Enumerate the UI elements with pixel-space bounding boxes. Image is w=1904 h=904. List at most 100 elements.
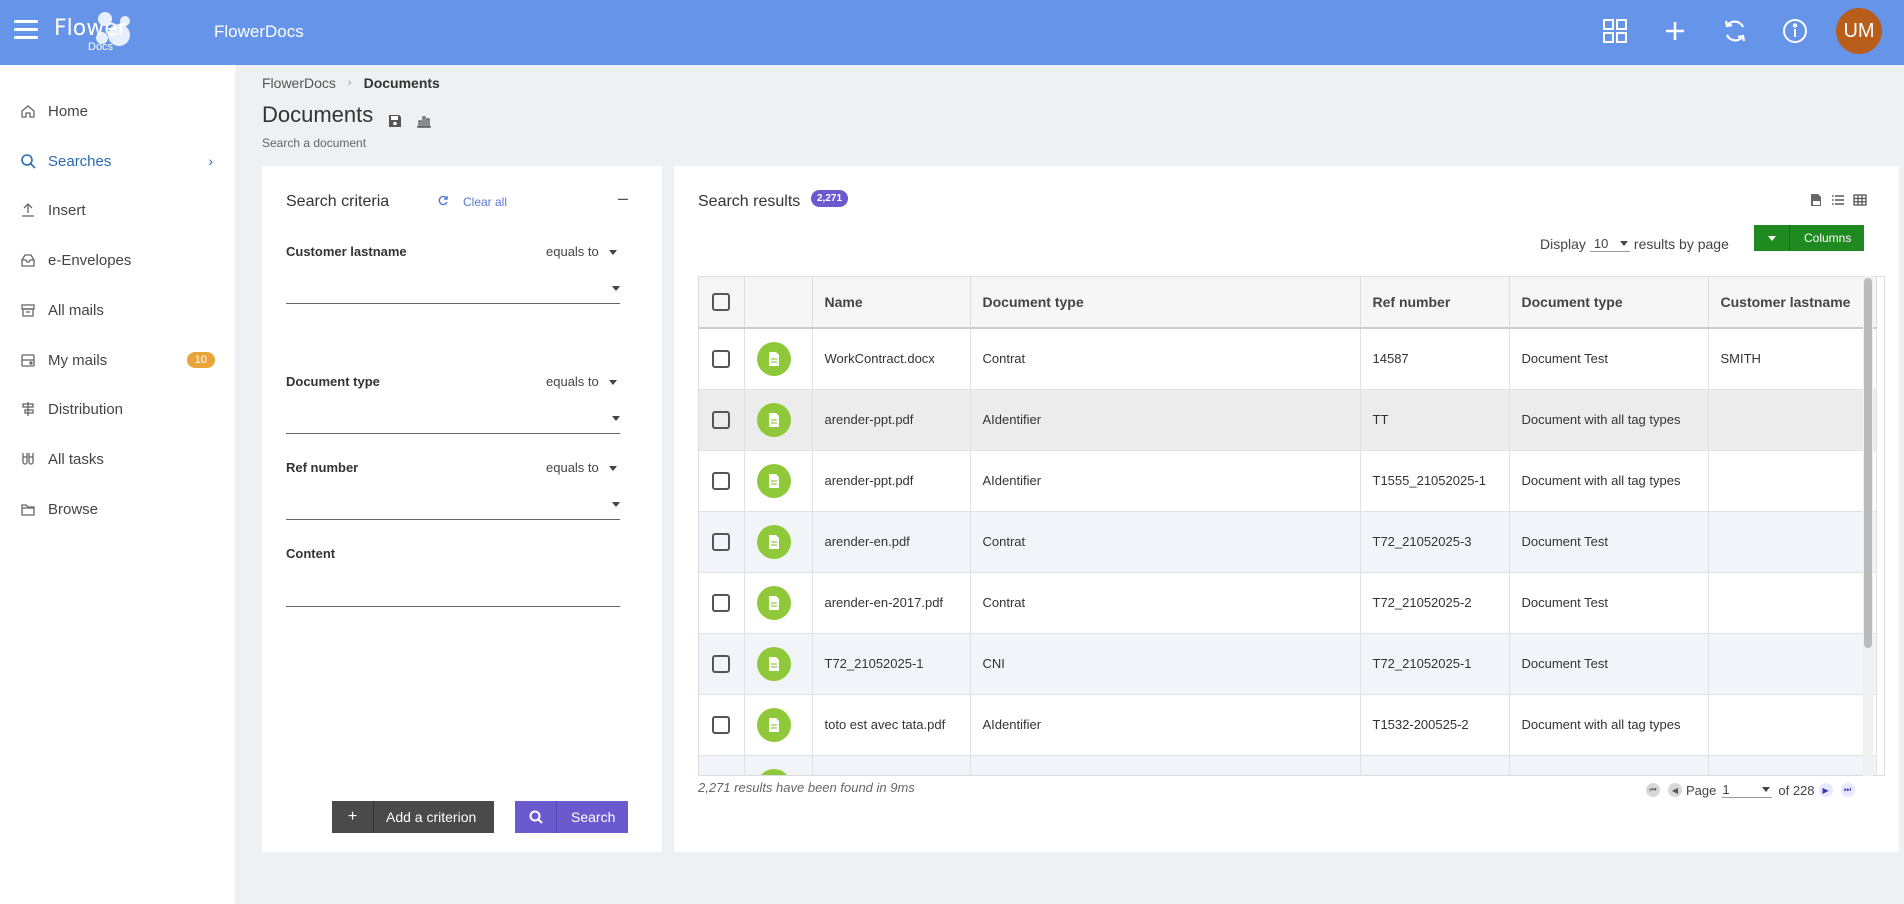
save-icon[interactable] — [388, 114, 402, 133]
table-row[interactable]: arender-ppt.pdf AIdentifier TT Document wit… — [699, 389, 1877, 451]
document-type-field[interactable] — [286, 404, 620, 434]
table-row[interactable]: arender-en-2017.pdf Contrat T72_21052025-2… — [699, 572, 1877, 634]
row-checkbox-cell — [699, 694, 745, 756]
document-icon[interactable] — [756, 768, 791, 775]
columns-button[interactable]: Columns — [1754, 225, 1864, 251]
table-row[interactable]: WorkContract.docx Contrat 14587 Document Te… — [699, 328, 1877, 390]
operator-select[interactable]: equals to — [546, 460, 617, 475]
cell-document-type-2: Document with all tag types — [1509, 450, 1709, 512]
sidebar-item-browse[interactable]: Browse — [0, 489, 235, 529]
column-header-document-type[interactable]: Document type — [970, 277, 1361, 329]
chevron-down-icon — [1754, 225, 1790, 251]
document-icon[interactable] — [756, 463, 791, 498]
clear-all-button[interactable]: Clear all — [438, 195, 507, 209]
column-header-customer-lastname[interactable]: Customer lastname — [1708, 277, 1877, 329]
sidebar-item-label: All tasks — [48, 450, 104, 468]
cell-document-type-2: Document Test — [1509, 572, 1709, 634]
cell-name: arender-en-2017.pdf — [812, 572, 971, 634]
collapse-icon[interactable]: – — [618, 188, 628, 209]
sidebar-item-all-mails[interactable]: All mails — [0, 290, 235, 330]
row-checkbox-cell — [699, 511, 745, 573]
info-icon[interactable] — [1780, 16, 1810, 46]
page-select[interactable]: 1 — [1722, 782, 1773, 798]
row-checkbox[interactable] — [712, 349, 730, 368]
pagination: ⏮ ◀ Page 1 of 228 ▶ ⏭ — [1642, 782, 1859, 798]
cell-name: arender-ppt.pdf — [812, 389, 971, 451]
table-row[interactable]: tutu&toto&tata.pdf<img src=1 onerror="ja… — [699, 755, 1877, 775]
results-title: Search results — [698, 193, 801, 210]
operator-select[interactable]: equals to — [546, 374, 617, 389]
table-row[interactable]: arender-ppt.pdf AIdentifier T1555_21052025… — [699, 450, 1877, 512]
export-csv-icon[interactable] — [1809, 193, 1823, 212]
breadcrumb: FlowerDocs › Documents — [262, 75, 440, 91]
table-row[interactable]: toto est avec tata.pdf AIdentifier T1532-2… — [699, 694, 1877, 756]
table-scrollbar[interactable] — [1863, 276, 1873, 776]
ref-number-field[interactable] — [286, 490, 620, 520]
page-title: Documents — [262, 102, 374, 127]
scrollbar-thumb[interactable] — [1864, 278, 1872, 648]
document-icon[interactable] — [756, 707, 791, 742]
first-page-icon[interactable]: ⏮ — [1646, 783, 1660, 797]
table-row[interactable]: T72_21052025-1 CNI T72_21052025-1 Document … — [699, 633, 1877, 695]
page-size-select[interactable]: 10 — [1589, 236, 1630, 252]
sidebar-item-home[interactable]: Home — [0, 91, 235, 131]
last-page-icon[interactable]: ⏭ — [1840, 783, 1855, 797]
user-avatar[interactable]: UM — [1836, 8, 1882, 54]
row-checkbox[interactable] — [712, 471, 730, 490]
document-icon[interactable] — [756, 341, 791, 376]
document-icon[interactable] — [756, 646, 791, 681]
customer-lastname-field[interactable] — [286, 274, 620, 304]
cell-document-type-2: Document with all tag types — [1509, 389, 1709, 451]
archive-icon — [21, 304, 35, 317]
row-checkbox[interactable] — [712, 654, 730, 673]
row-icon-cell — [744, 389, 813, 451]
breadcrumb-root[interactable]: FlowerDocs — [262, 75, 336, 91]
sidebar-item-all-tasks[interactable]: All tasks — [0, 439, 235, 479]
cell-document-type-2: Document Test — [1509, 633, 1709, 695]
sidebar-item-distribution[interactable]: Distribution — [0, 389, 235, 429]
distribution-icon — [22, 402, 34, 416]
logo[interactable]: Flower Docs — [54, 10, 140, 54]
add-criterion-button[interactable]: + Add a criterion — [332, 801, 494, 833]
cell-document-type-2: Document with all tag types — [1509, 694, 1709, 756]
document-icon[interactable] — [756, 402, 791, 437]
content-field[interactable] — [286, 577, 620, 607]
results-count-badge: 2,271 — [811, 190, 849, 207]
row-checkbox[interactable] — [712, 410, 730, 429]
previous-page-icon[interactable]: ◀ — [1668, 783, 1682, 797]
cell-document-type: AIdentifier — [970, 389, 1361, 451]
document-icon[interactable] — [756, 585, 791, 620]
cell-customer-lastname — [1708, 450, 1877, 512]
apps-grid-icon[interactable] — [1600, 16, 1630, 46]
list-view-icon[interactable] — [1831, 193, 1845, 212]
dropdown-arrow-icon — [612, 286, 620, 291]
chart-icon[interactable] — [416, 114, 432, 133]
table-row[interactable]: arender-en.pdf Contrat T72_21052025-3 Docum… — [699, 511, 1877, 573]
row-checkbox[interactable] — [712, 532, 730, 551]
cell-ref-number: 14587 — [1360, 328, 1510, 390]
next-page-icon[interactable]: ▶ — [1818, 783, 1833, 797]
display-prefix: Display — [1540, 236, 1586, 252]
select-all-checkbox[interactable] — [712, 293, 730, 312]
add-icon[interactable] — [1660, 16, 1690, 46]
sidebar-item-label: My mails — [48, 351, 108, 369]
page-total: of 228 — [1778, 782, 1815, 798]
search-button[interactable]: Search — [515, 801, 628, 833]
menu-icon[interactable] — [14, 20, 38, 40]
sidebar-item-e-envelopes[interactable]: e-Envelopes — [0, 240, 235, 280]
sidebar-item-insert[interactable]: Insert — [0, 190, 235, 230]
sidebar-item-searches[interactable]: Searches › — [0, 141, 235, 181]
operator-select[interactable]: equals to — [546, 244, 617, 259]
refresh-icon[interactable] — [1720, 16, 1750, 46]
row-checkbox[interactable] — [712, 715, 730, 734]
column-header-name[interactable]: Name — [812, 277, 971, 329]
column-header-document-type-2[interactable]: Document type — [1509, 277, 1709, 329]
column-header-ref-number[interactable]: Ref number — [1360, 277, 1510, 329]
breadcrumb-separator-icon: › — [347, 77, 352, 89]
cell-name: tutu&toto&tata.pdf — [812, 755, 971, 775]
sidebar-item-my-mails[interactable]: My mails 10 — [0, 340, 235, 380]
row-checkbox[interactable] — [712, 593, 730, 612]
document-icon[interactable] — [756, 524, 791, 559]
folder-icon — [21, 504, 35, 516]
table-view-icon[interactable] — [1853, 193, 1867, 212]
